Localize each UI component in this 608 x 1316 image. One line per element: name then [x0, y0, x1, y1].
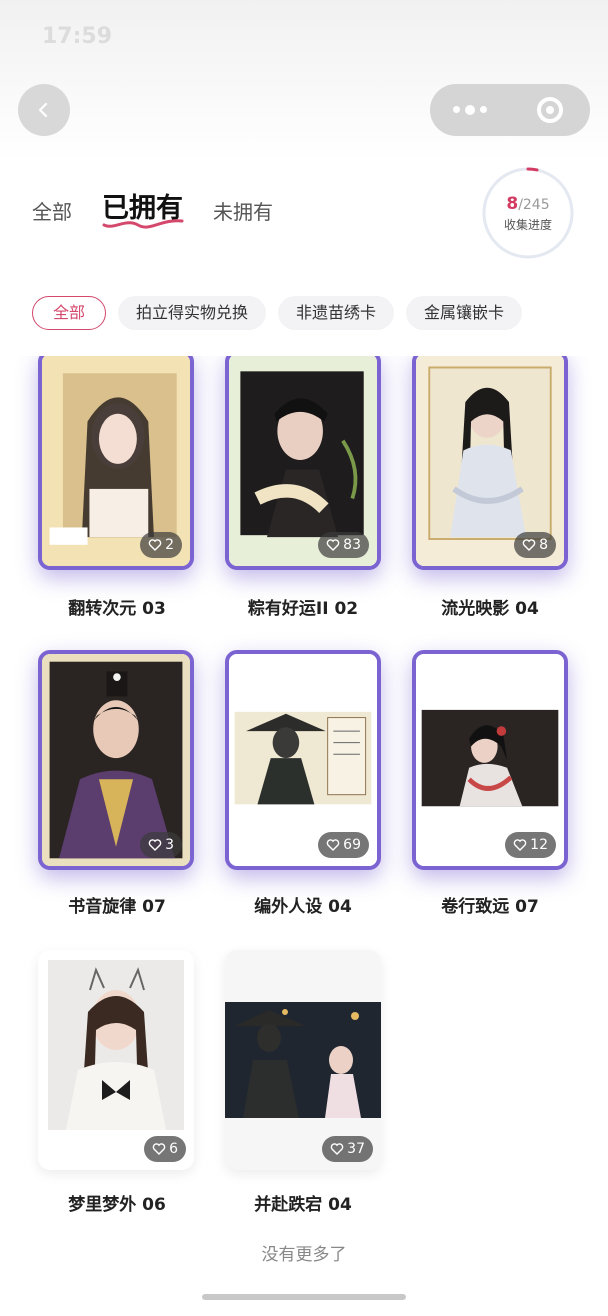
like-badge: 83	[318, 532, 369, 558]
category-chips: 全部 拍立得实物兑换 非遗苗绣卡 金属镶嵌卡	[32, 296, 523, 330]
heart-icon	[326, 539, 340, 551]
chip-miao-embroidery[interactable]: 非遗苗绣卡	[278, 296, 395, 330]
card-title: 书音旋律 07	[68, 897, 166, 917]
heart-icon	[522, 539, 536, 551]
collection-card[interactable]: 6	[38, 950, 194, 1170]
card-title: 流光映影 04	[441, 599, 539, 619]
heart-icon	[152, 1143, 166, 1155]
collection-card[interactable]: 12	[412, 650, 568, 870]
more-dot-icon	[480, 105, 487, 113]
like-count: 6	[169, 1141, 178, 1157]
like-badge: 8	[514, 532, 556, 558]
card-grid: 2 翻转次元 03 83 粽有好运II 02 8 流光映影 04 3 书音旋律 …	[0, 356, 608, 1316]
collection-card[interactable]: 2	[38, 356, 194, 570]
back-button[interactable]	[18, 84, 70, 136]
heart-icon	[148, 839, 162, 851]
like-count: 3	[165, 837, 174, 853]
card-title: 梦里梦外 06	[68, 1195, 166, 1215]
mini-program-capsule	[430, 84, 590, 136]
progress-owned: 8	[506, 194, 519, 214]
tab-owned[interactable]: 已拥有	[102, 186, 184, 229]
more-dot-icon	[465, 104, 475, 115]
top-bar: 17:59	[0, 0, 608, 160]
no-more-text: 没有更多了	[261, 1245, 347, 1265]
chip-all[interactable]: 全部	[32, 296, 107, 330]
heart-icon	[326, 839, 340, 851]
chip-polaroid-exchange[interactable]: 拍立得实物兑换	[118, 296, 267, 330]
like-badge: 2	[140, 532, 182, 558]
tab-all[interactable]: 全部	[32, 196, 72, 225]
progress-label: 收集进度	[503, 218, 552, 232]
close-button[interactable]	[510, 97, 590, 123]
like-badge: 37	[322, 1136, 373, 1162]
home-indicator	[202, 1294, 406, 1300]
like-badge: 69	[318, 832, 369, 858]
like-count: 12	[530, 837, 548, 853]
collection-card[interactable]: 37	[225, 950, 381, 1170]
chip-metal-inlay[interactable]: 金属镶嵌卡	[406, 296, 523, 330]
collection-card[interactable]: 3	[38, 650, 194, 870]
collection-card[interactable]: 8	[412, 356, 568, 570]
chevron-left-icon	[38, 102, 48, 118]
card-title: 卷行致远 07	[441, 897, 539, 917]
like-badge: 6	[144, 1136, 186, 1162]
card-title: 并赴跌宕 04	[254, 1195, 352, 1215]
heart-icon	[148, 539, 162, 551]
heart-icon	[330, 1143, 344, 1155]
more-button[interactable]	[430, 104, 510, 115]
like-badge: 12	[505, 832, 556, 858]
tab-not-owned[interactable]: 未拥有	[213, 196, 273, 225]
like-count: 37	[347, 1141, 365, 1157]
like-count: 83	[343, 537, 361, 553]
like-count: 69	[343, 837, 361, 853]
more-dot-icon	[453, 105, 460, 113]
card-title: 编外人设 04	[254, 897, 352, 917]
card-title: 翻转次元 03	[68, 599, 166, 619]
status-time: 17:59	[42, 24, 113, 49]
ownership-tabs: 全部 已拥有 未拥有	[32, 186, 303, 229]
brush-underline-icon	[102, 219, 184, 229]
target-close-icon	[537, 97, 563, 123]
card-title: 粽有好运II 02	[247, 599, 359, 619]
like-count: 2	[165, 537, 174, 553]
collection-card[interactable]: 69	[225, 650, 381, 870]
progress-total: /245	[518, 197, 550, 213]
collection-card[interactable]: 83	[225, 356, 381, 570]
like-count: 8	[539, 537, 548, 553]
collection-progress: 8/245 收集进度	[481, 166, 575, 260]
heart-icon	[513, 839, 527, 851]
like-badge: 3	[140, 832, 182, 858]
